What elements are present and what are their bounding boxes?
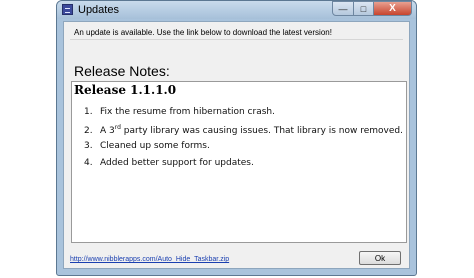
note-text: Cleaned up some forms. [100, 141, 210, 151]
note-item-4: 4. Added better support for updates. [84, 158, 254, 168]
title-bar[interactable]: Updates — □ X [57, 1, 416, 19]
app-icon [62, 4, 73, 15]
note-text-pre: A 3 [100, 126, 115, 136]
maximize-button[interactable]: □ [354, 1, 374, 16]
note-number: 4. [84, 158, 93, 168]
dialog-content: An update is available. Use the link bel… [63, 21, 410, 269]
note-item-2: 2. A 3rd party library was causing issues… [84, 124, 403, 136]
note-number: 3. [84, 141, 93, 151]
window-controls: — □ X [332, 1, 412, 17]
intro-text: An update is available. Use the link bel… [74, 28, 332, 37]
close-button[interactable]: X [374, 1, 412, 16]
release-title: Release 1.1.1.0 [74, 83, 177, 97]
note-item-1: 1. Fix the resume from hibernation crash. [84, 107, 275, 117]
note-text-post: party library was causing issues. That l… [120, 126, 403, 136]
note-number: 2. [84, 126, 93, 136]
note-text: Fix the resume from hibernation crash. [100, 107, 275, 117]
note-number: 1. [84, 107, 93, 117]
note-text: Added better support for updates. [100, 158, 254, 168]
divider [70, 39, 403, 40]
updates-window: Updates — □ X An update is available. Us… [56, 0, 417, 276]
release-notes-box[interactable]: Release 1.1.1.0 1. Fix the resume from hi… [71, 81, 407, 243]
note-item-3: 3. Cleaned up some forms. [84, 141, 210, 151]
release-notes-heading: Release Notes: [74, 63, 170, 79]
minimize-button[interactable]: — [332, 1, 354, 16]
ok-button[interactable]: Ok [359, 251, 401, 265]
download-link[interactable]: http://www.nibblerapps.com/Auto_Hide_Tas… [70, 256, 229, 263]
window-title: Updates [78, 4, 119, 16]
